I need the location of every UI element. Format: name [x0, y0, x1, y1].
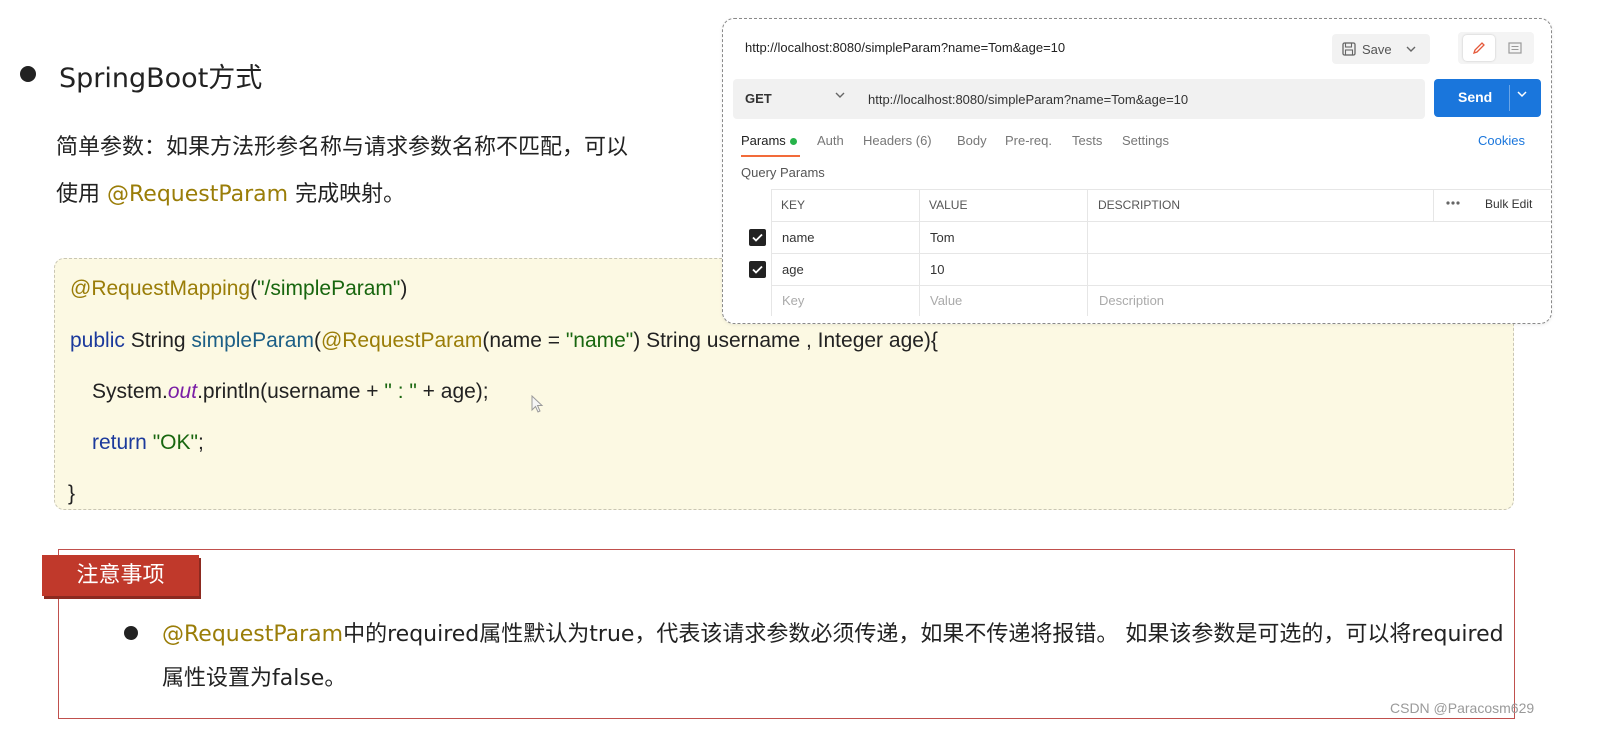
- param-key-cell[interactable]: name: [782, 230, 815, 245]
- active-tab-underline: [741, 155, 800, 157]
- method-select[interactable]: GET: [745, 91, 772, 106]
- code-line-2: public String simpleParam(@RequestParam(…: [70, 329, 938, 353]
- tab-settings[interactable]: Settings: [1122, 133, 1169, 148]
- tab-label: Params: [741, 133, 786, 148]
- tab-auth[interactable]: Auth: [817, 133, 844, 148]
- tab-pre-request[interactable]: Pre-req.: [1005, 133, 1052, 148]
- tab-tests[interactable]: Tests: [1072, 133, 1102, 148]
- description-text: 完成映射。: [288, 182, 406, 207]
- column-header-description: DESCRIPTION: [1098, 198, 1181, 212]
- mouse-cursor-icon: [531, 395, 544, 413]
- param-value-cell[interactable]: Tom: [930, 230, 955, 245]
- section-heading: SpringBoot方式: [59, 63, 263, 94]
- code-text: + age);: [416, 380, 489, 403]
- documentation-button[interactable]: [1500, 35, 1530, 61]
- table-column-divider: [919, 189, 920, 316]
- pencil-icon: [1472, 42, 1485, 55]
- bullet-dot: [20, 66, 36, 82]
- url-bar: GET http://localhost:8080/simpleParam?na…: [733, 79, 1425, 119]
- checkmark-icon: [752, 265, 763, 274]
- view-toggle: [1458, 32, 1534, 64]
- param-value-cell[interactable]: 10: [930, 262, 944, 277]
- column-header-key: KEY: [781, 198, 806, 212]
- params-status-dot: [789, 138, 797, 146]
- query-params-label: Query Params: [741, 165, 825, 180]
- edit-button[interactable]: [1463, 35, 1495, 61]
- table-column-divider: [771, 189, 772, 316]
- send-divider: [1509, 85, 1510, 111]
- save-icon: [1342, 42, 1356, 56]
- code-text: .println(username +: [197, 380, 385, 403]
- note-tag: 注意事项: [42, 555, 199, 596]
- request-param-highlight: @RequestParam: [107, 182, 289, 207]
- code-text: ) String username , Integer age){: [633, 329, 938, 352]
- code-string: " : ": [384, 380, 417, 403]
- code-annotation: @RequestParam: [320, 329, 483, 352]
- note-accent: @RequestParam: [162, 622, 344, 647]
- code-text: (name =: [482, 329, 566, 352]
- key-placeholder-input[interactable]: Key: [782, 293, 804, 308]
- description: 简单参数：如果方法形参名称与请求参数名称不匹配，可以 使用 @RequestPa…: [56, 124, 706, 218]
- param-key-cell[interactable]: age: [782, 262, 804, 277]
- row-checkbox[interactable]: [749, 229, 766, 246]
- code-string: "/simpleParam": [257, 277, 401, 300]
- note-bullet-dot: [124, 626, 138, 640]
- cookies-link[interactable]: Cookies: [1478, 133, 1525, 148]
- code-text: ): [400, 277, 408, 300]
- more-options-icon[interactable]: [1445, 200, 1461, 206]
- chevron-down-icon[interactable]: [1517, 90, 1527, 98]
- watermark: CSDN @Paracosm629: [1390, 700, 1535, 716]
- table-divider: [771, 189, 1551, 190]
- table-divider: [771, 253, 1551, 254]
- description-line-1: 简单参数：如果方法形参名称与请求参数名称不匹配，可以: [56, 135, 629, 160]
- send-button[interactable]: Send: [1434, 79, 1541, 117]
- code-field: out: [167, 380, 198, 403]
- postman-panel: http://localhost:8080/simpleParam?name=T…: [722, 18, 1552, 324]
- code-string: "OK": [152, 431, 198, 454]
- url-input[interactable]: http://localhost:8080/simpleParam?name=T…: [868, 92, 1188, 107]
- code-text: String: [124, 329, 192, 352]
- params-table: KEY VALUE DESCRIPTION Bulk Edit name Tom…: [733, 189, 1551, 316]
- note-body: 中的required属性默认为true，代表该请求参数必须传递，如果不传递将报错…: [162, 622, 1504, 691]
- save-label: Save: [1362, 41, 1392, 57]
- description-line-2: 使用 @RequestParam 完成映射。: [56, 171, 706, 218]
- chevron-down-icon[interactable]: [835, 91, 845, 99]
- code-text: (: [313, 329, 321, 352]
- code-keyword: public: [70, 329, 125, 352]
- code-annotation: @RequestMapping: [70, 277, 251, 300]
- table-divider: [771, 285, 1551, 286]
- column-header-value: VALUE: [929, 198, 968, 212]
- checkmark-icon: [752, 233, 763, 242]
- code-keyword: return: [92, 431, 153, 454]
- table-column-divider: [1433, 189, 1434, 221]
- note-text: @RequestParam中的required属性默认为true，代表该请求参数…: [162, 613, 1507, 701]
- tab-body[interactable]: Body: [957, 133, 987, 148]
- code-string: "name": [565, 329, 634, 352]
- code-line-4: return "OK";: [92, 431, 204, 455]
- tab-params[interactable]: Params: [741, 133, 797, 148]
- code-text: ;: [197, 431, 204, 454]
- code-line-1: @RequestMapping("/simpleParam"): [70, 277, 407, 301]
- code-line-5: }: [68, 482, 76, 505]
- table-divider: [771, 221, 1551, 222]
- code-line-3: System.out.println(username + " : " + ag…: [92, 380, 489, 404]
- save-button[interactable]: Save: [1332, 34, 1430, 64]
- request-title: http://localhost:8080/simpleParam?name=T…: [745, 40, 1066, 55]
- code-text: System.: [92, 380, 168, 403]
- row-checkbox[interactable]: [749, 261, 766, 278]
- tab-headers[interactable]: Headers (6): [863, 133, 932, 148]
- description-placeholder-input[interactable]: Description: [1099, 293, 1164, 308]
- code-method-name: simpleParam: [191, 329, 314, 352]
- value-placeholder-input[interactable]: Value: [930, 293, 962, 308]
- table-column-divider: [1087, 189, 1088, 316]
- send-label: Send: [1458, 89, 1493, 105]
- bulk-edit-button[interactable]: Bulk Edit: [1485, 197, 1532, 211]
- document-icon: [1508, 42, 1522, 54]
- chevron-down-icon: [1406, 46, 1416, 52]
- description-text: 使用: [56, 182, 107, 207]
